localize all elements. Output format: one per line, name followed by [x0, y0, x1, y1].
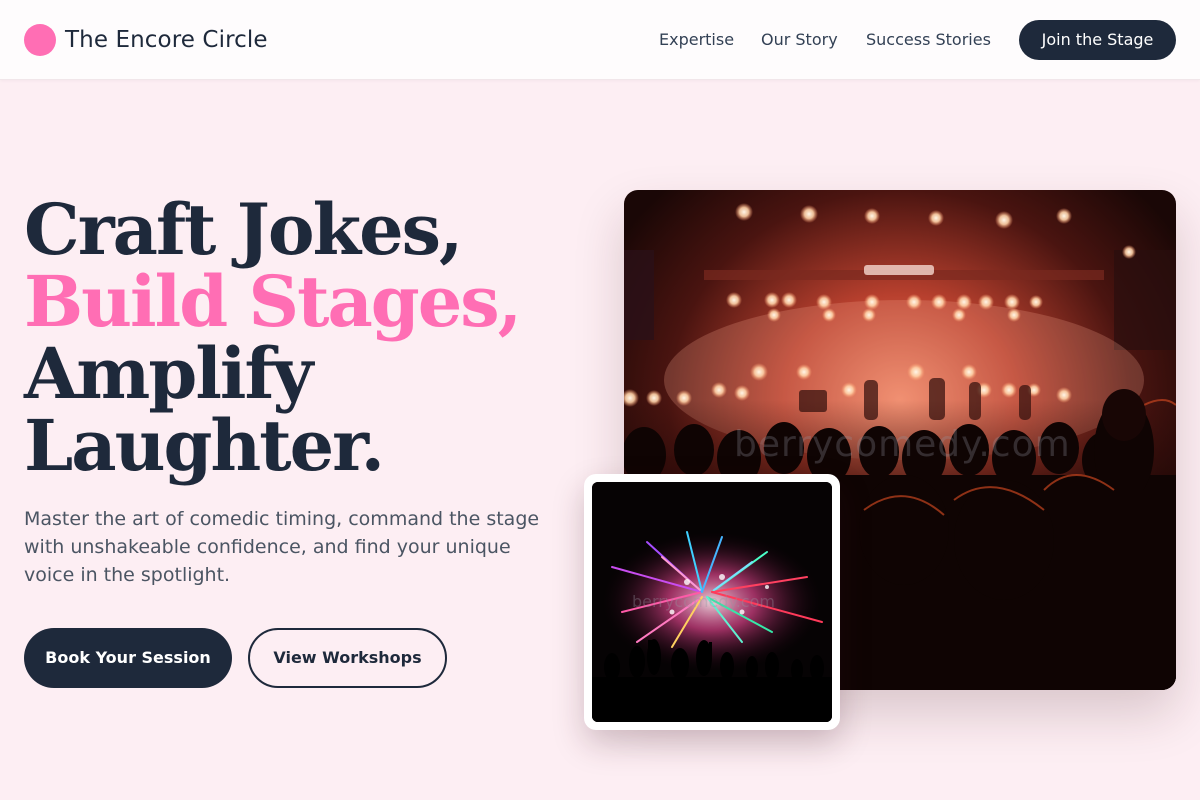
join-the-stage-button[interactable]: Join the Stage	[1019, 20, 1176, 60]
fireworks-photo-frame: berrycomedy.com	[584, 474, 840, 730]
fireworks-photo: berrycomedy.com	[592, 482, 832, 722]
hero-headline: Craft Jokes, Build Stages, Amplify Laugh…	[24, 194, 584, 482]
brand-name[interactable]: The Encore Circle	[65, 24, 268, 56]
main-photo-watermark: berrycomedy.com	[734, 424, 1071, 465]
nav-link-expertise[interactable]: Expertise	[659, 28, 734, 52]
headline-line-2-accent: Build Stages,	[24, 260, 522, 343]
nav-link-success-stories[interactable]: Success Stories	[866, 28, 991, 52]
nav-link-our-story[interactable]: Our Story	[761, 28, 838, 52]
site-header: The Encore Circle Expertise Our Story Su…	[0, 0, 1200, 80]
thumb-photo-watermark: berrycomedy.com	[632, 592, 775, 611]
view-workshops-button[interactable]: View Workshops	[248, 628, 447, 688]
headline-line-1: Craft Jokes,	[24, 188, 463, 271]
headline-line-4: Laughter.	[24, 404, 385, 487]
book-your-session-button[interactable]: Book Your Session	[24, 628, 232, 688]
headline-line-3: Amplify	[24, 332, 313, 415]
pink-circle-logo-icon[interactable]	[24, 24, 56, 56]
hero-subtext: Master the art of comedic timing, comman…	[24, 508, 540, 586]
